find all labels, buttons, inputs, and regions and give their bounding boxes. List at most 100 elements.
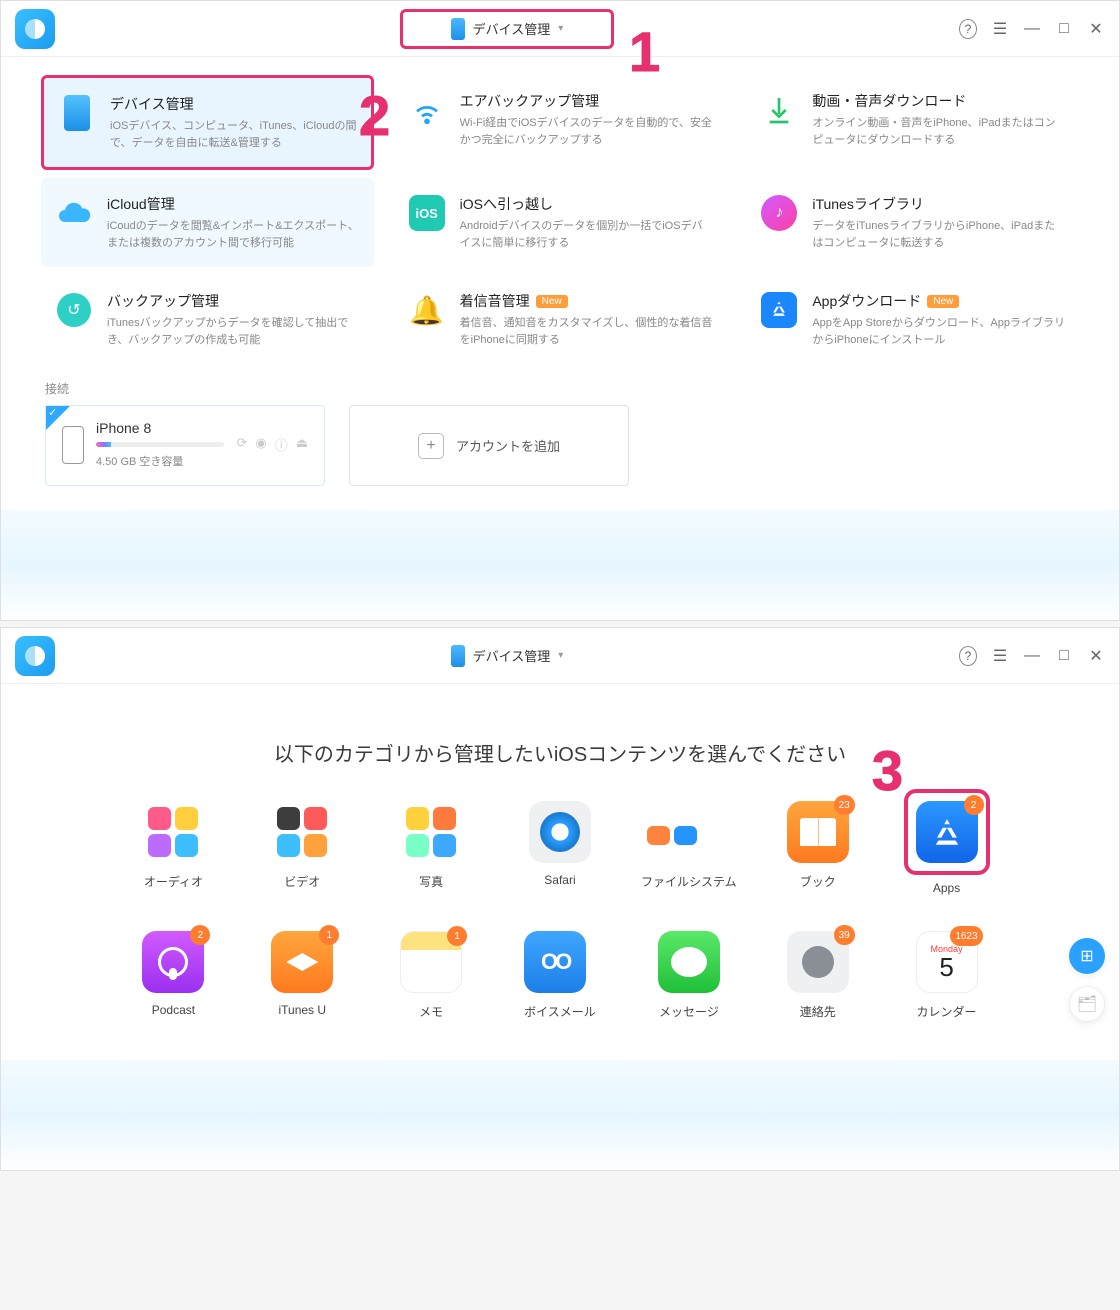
feature-title: バックアップ管理 (107, 291, 360, 311)
download-icon (760, 91, 798, 129)
feature-device-management[interactable]: デバイス管理iOSデバイス、コンピュータ、iTunes、iCloudの間で、デー… (41, 75, 374, 170)
decorative-wave (1, 1060, 1119, 1170)
feature-title: iCloud管理 (107, 194, 360, 214)
grid-view-button[interactable]: ⊞ (1069, 938, 1105, 974)
feature-grid: デバイス管理iOSデバイス、コンピュータ、iTunes、iCloudの間で、デー… (1, 57, 1119, 370)
help-button[interactable]: ? (959, 20, 977, 38)
feature-title: iTunesライブラリ (812, 194, 1065, 214)
feature-media-download[interactable]: 動画・音声ダウンロードオンライン動画・音声をiPhone、iPadまたはコンピュ… (746, 75, 1079, 170)
appstore-icon (760, 291, 798, 329)
count-badge: 2 (190, 925, 210, 945)
feature-backup[interactable]: ↺ バックアップ管理 iTunesバックアップからデータを確認して抽出でき、バック… (41, 275, 374, 364)
feature-title: Appダウンロード (812, 291, 921, 311)
clock-icon: ↺ (55, 291, 93, 329)
feature-desc: iTunesバックアップからデータを確認して抽出でき、バックアップの作成も可能 (107, 315, 360, 348)
itunes-icon: ♪ (760, 194, 798, 232)
storage-bar (96, 442, 224, 447)
feature-ringtone[interactable]: 🔔 着信音管理 New 着信音、通知音をカスタマイズし、個性的な着信音をiPhone… (394, 275, 727, 364)
device-row: iPhone 8 4.50 GB 空き容量 ⟳ ◉ ⓘ ⏏ + アカウントを追加 (1, 405, 1119, 510)
sync-icon[interactable]: ◉ (255, 435, 266, 454)
device-phone-icon (62, 426, 84, 464)
feature-desc: AppをApp Storeからダウンロード、AppライブラリからiPhoneにイ… (812, 315, 1065, 348)
minimize-button[interactable]: ― (1023, 20, 1041, 38)
device-actions: ⟳ ◉ ⓘ ⏏ (236, 435, 308, 454)
count-badge: 39 (834, 925, 855, 945)
menu-button[interactable]: ☰ (991, 647, 1009, 665)
refresh-icon[interactable]: ⟳ (236, 435, 247, 454)
feature-title: エアバックアップ管理 (460, 91, 713, 111)
category-audio[interactable]: オーディオ (142, 801, 204, 895)
category-book[interactable]: 23ブック (787, 801, 849, 895)
count-badge: 23 (834, 795, 855, 815)
feature-title: iOSへ引っ越し (460, 194, 713, 214)
category-memo[interactable]: 1メモ (400, 931, 462, 1020)
category-podcast[interactable]: 2Podcast (142, 931, 204, 1020)
count-badge: 1 (319, 925, 339, 945)
add-account-label: アカウントを追加 (456, 436, 560, 455)
floating-buttons: ⊞ 🗂 (1069, 938, 1105, 1022)
device-dropdown[interactable]: デバイス管理 ▾ (423, 639, 592, 673)
ios-icon: iOS (408, 194, 446, 232)
feature-title: 動画・音声ダウンロード (812, 91, 1065, 111)
device-storage: 4.50 GB 空き容量 (96, 453, 224, 469)
category-calendar[interactable]: Monday51623カレンダー (916, 931, 978, 1020)
page-title: 以下のカテゴリから管理したいiOSコンテンツを選んでください (1, 684, 1119, 801)
feature-desc: Androidデバイスのデータを個別か一括でiOSデバイスに簡単に移行する (460, 218, 713, 251)
close-button[interactable]: ✕ (1087, 647, 1105, 665)
dropdown-label: デバイス管理 (473, 19, 551, 38)
close-button[interactable]: ✕ (1087, 20, 1105, 38)
feature-itunes-library[interactable]: ♪ iTunesライブラリデータをiTunesライブラリからiPhone、iPa… (746, 178, 1079, 267)
titlebar: デバイス管理 ▾ ? ☰ ― □ ✕ (1, 1, 1119, 57)
feature-desc: データをiTunesライブラリからiPhone、iPadまたはコンピュータに転送… (812, 218, 1065, 251)
category-apps[interactable]: 2Apps (916, 801, 978, 895)
new-badge: New (927, 295, 959, 308)
maximize-button[interactable]: □ (1055, 20, 1073, 38)
phone-icon (451, 18, 465, 40)
count-badge: 1623 (950, 926, 982, 946)
window-main: 1 2 デバイス管理 ▾ ? ☰ ― □ ✕ デバイス管理iOSデバイス、コンピ… (0, 0, 1120, 621)
category-photo[interactable]: 写真 (400, 801, 462, 895)
category-grid: オーディオ ビデオ 写真 Safari ファイルシステム 23ブック 2Apps… (1, 801, 1119, 1060)
bell-icon: 🔔 (408, 291, 446, 329)
dropdown-label: デバイス管理 (473, 646, 551, 665)
category-contacts[interactable]: 39連絡先 (787, 931, 849, 1020)
add-account-button[interactable]: + アカウントを追加 (349, 405, 629, 486)
decorative-wave (1, 510, 1119, 620)
app-logo (15, 9, 55, 49)
list-view-button[interactable]: 🗂 (1069, 986, 1105, 1022)
category-safari[interactable]: Safari (529, 801, 591, 895)
feature-title: 着信音管理 (460, 291, 530, 311)
minimize-button[interactable]: ― (1023, 647, 1041, 665)
feature-icloud[interactable]: iCloud管理 iCoudのデータを閲覧&インポート&エクスポート、または複数の… (41, 178, 374, 267)
wifi-icon (408, 91, 446, 129)
feature-title: デバイス管理 (110, 94, 357, 114)
titlebar: デバイス管理 ▾ ? ☰ ― □ ✕ (1, 628, 1119, 684)
info-icon[interactable]: ⓘ (275, 435, 288, 454)
feature-app-download[interactable]: Appダウンロード New AppをApp Storeからダウンロード、Appライブ… (746, 275, 1079, 364)
feature-desc: 着信音、通知音をカスタマイズし、個性的な着信音をiPhoneに同期する (460, 315, 713, 348)
feature-desc: オンライン動画・音声をiPhone、iPadまたはコンピュータにダウンロードする (812, 115, 1065, 148)
feature-air-backup[interactable]: エアバックアップ管理Wi-Fi経由でiOSデバイスのデータを自動的で、安全かつ完… (394, 75, 727, 170)
category-voicemail[interactable]: OOボイスメール (524, 931, 596, 1020)
device-dropdown[interactable]: デバイス管理 ▾ (400, 9, 615, 49)
help-button[interactable]: ? (959, 647, 977, 665)
chevron-down-icon: ▾ (558, 650, 563, 661)
new-badge: New (536, 295, 568, 308)
chevron-down-icon: ▾ (558, 23, 563, 34)
window-controls: ? ☰ ― □ ✕ (959, 20, 1105, 38)
maximize-button[interactable]: □ (1055, 647, 1073, 665)
eject-icon[interactable]: ⏏ (296, 435, 308, 454)
app-logo (15, 636, 55, 676)
window-controls: ? ☰ ― □ ✕ (959, 647, 1105, 665)
feature-move-ios[interactable]: iOS iOSへ引っ越し Androidデバイスのデータを個別か一括でiOSデバイ… (394, 178, 727, 267)
category-video[interactable]: ビデオ (271, 801, 333, 895)
menu-button[interactable]: ☰ (991, 20, 1009, 38)
window-categories: 3 デバイス管理 ▾ ? ☰ ― □ ✕ 以下のカテゴリから管理したいiOSコン… (0, 627, 1120, 1171)
feature-desc: iCoudのデータを閲覧&インポート&エクスポート、または複数のアカウント間で移… (107, 218, 360, 251)
plus-icon: + (418, 433, 444, 459)
category-message[interactable]: メッセージ (658, 931, 720, 1020)
device-card[interactable]: iPhone 8 4.50 GB 空き容量 ⟳ ◉ ⓘ ⏏ (45, 405, 325, 486)
category-itunesu[interactable]: 1iTunes U (271, 931, 333, 1020)
phone-icon (58, 94, 96, 132)
category-files[interactable]: ファイルシステム (641, 801, 737, 895)
